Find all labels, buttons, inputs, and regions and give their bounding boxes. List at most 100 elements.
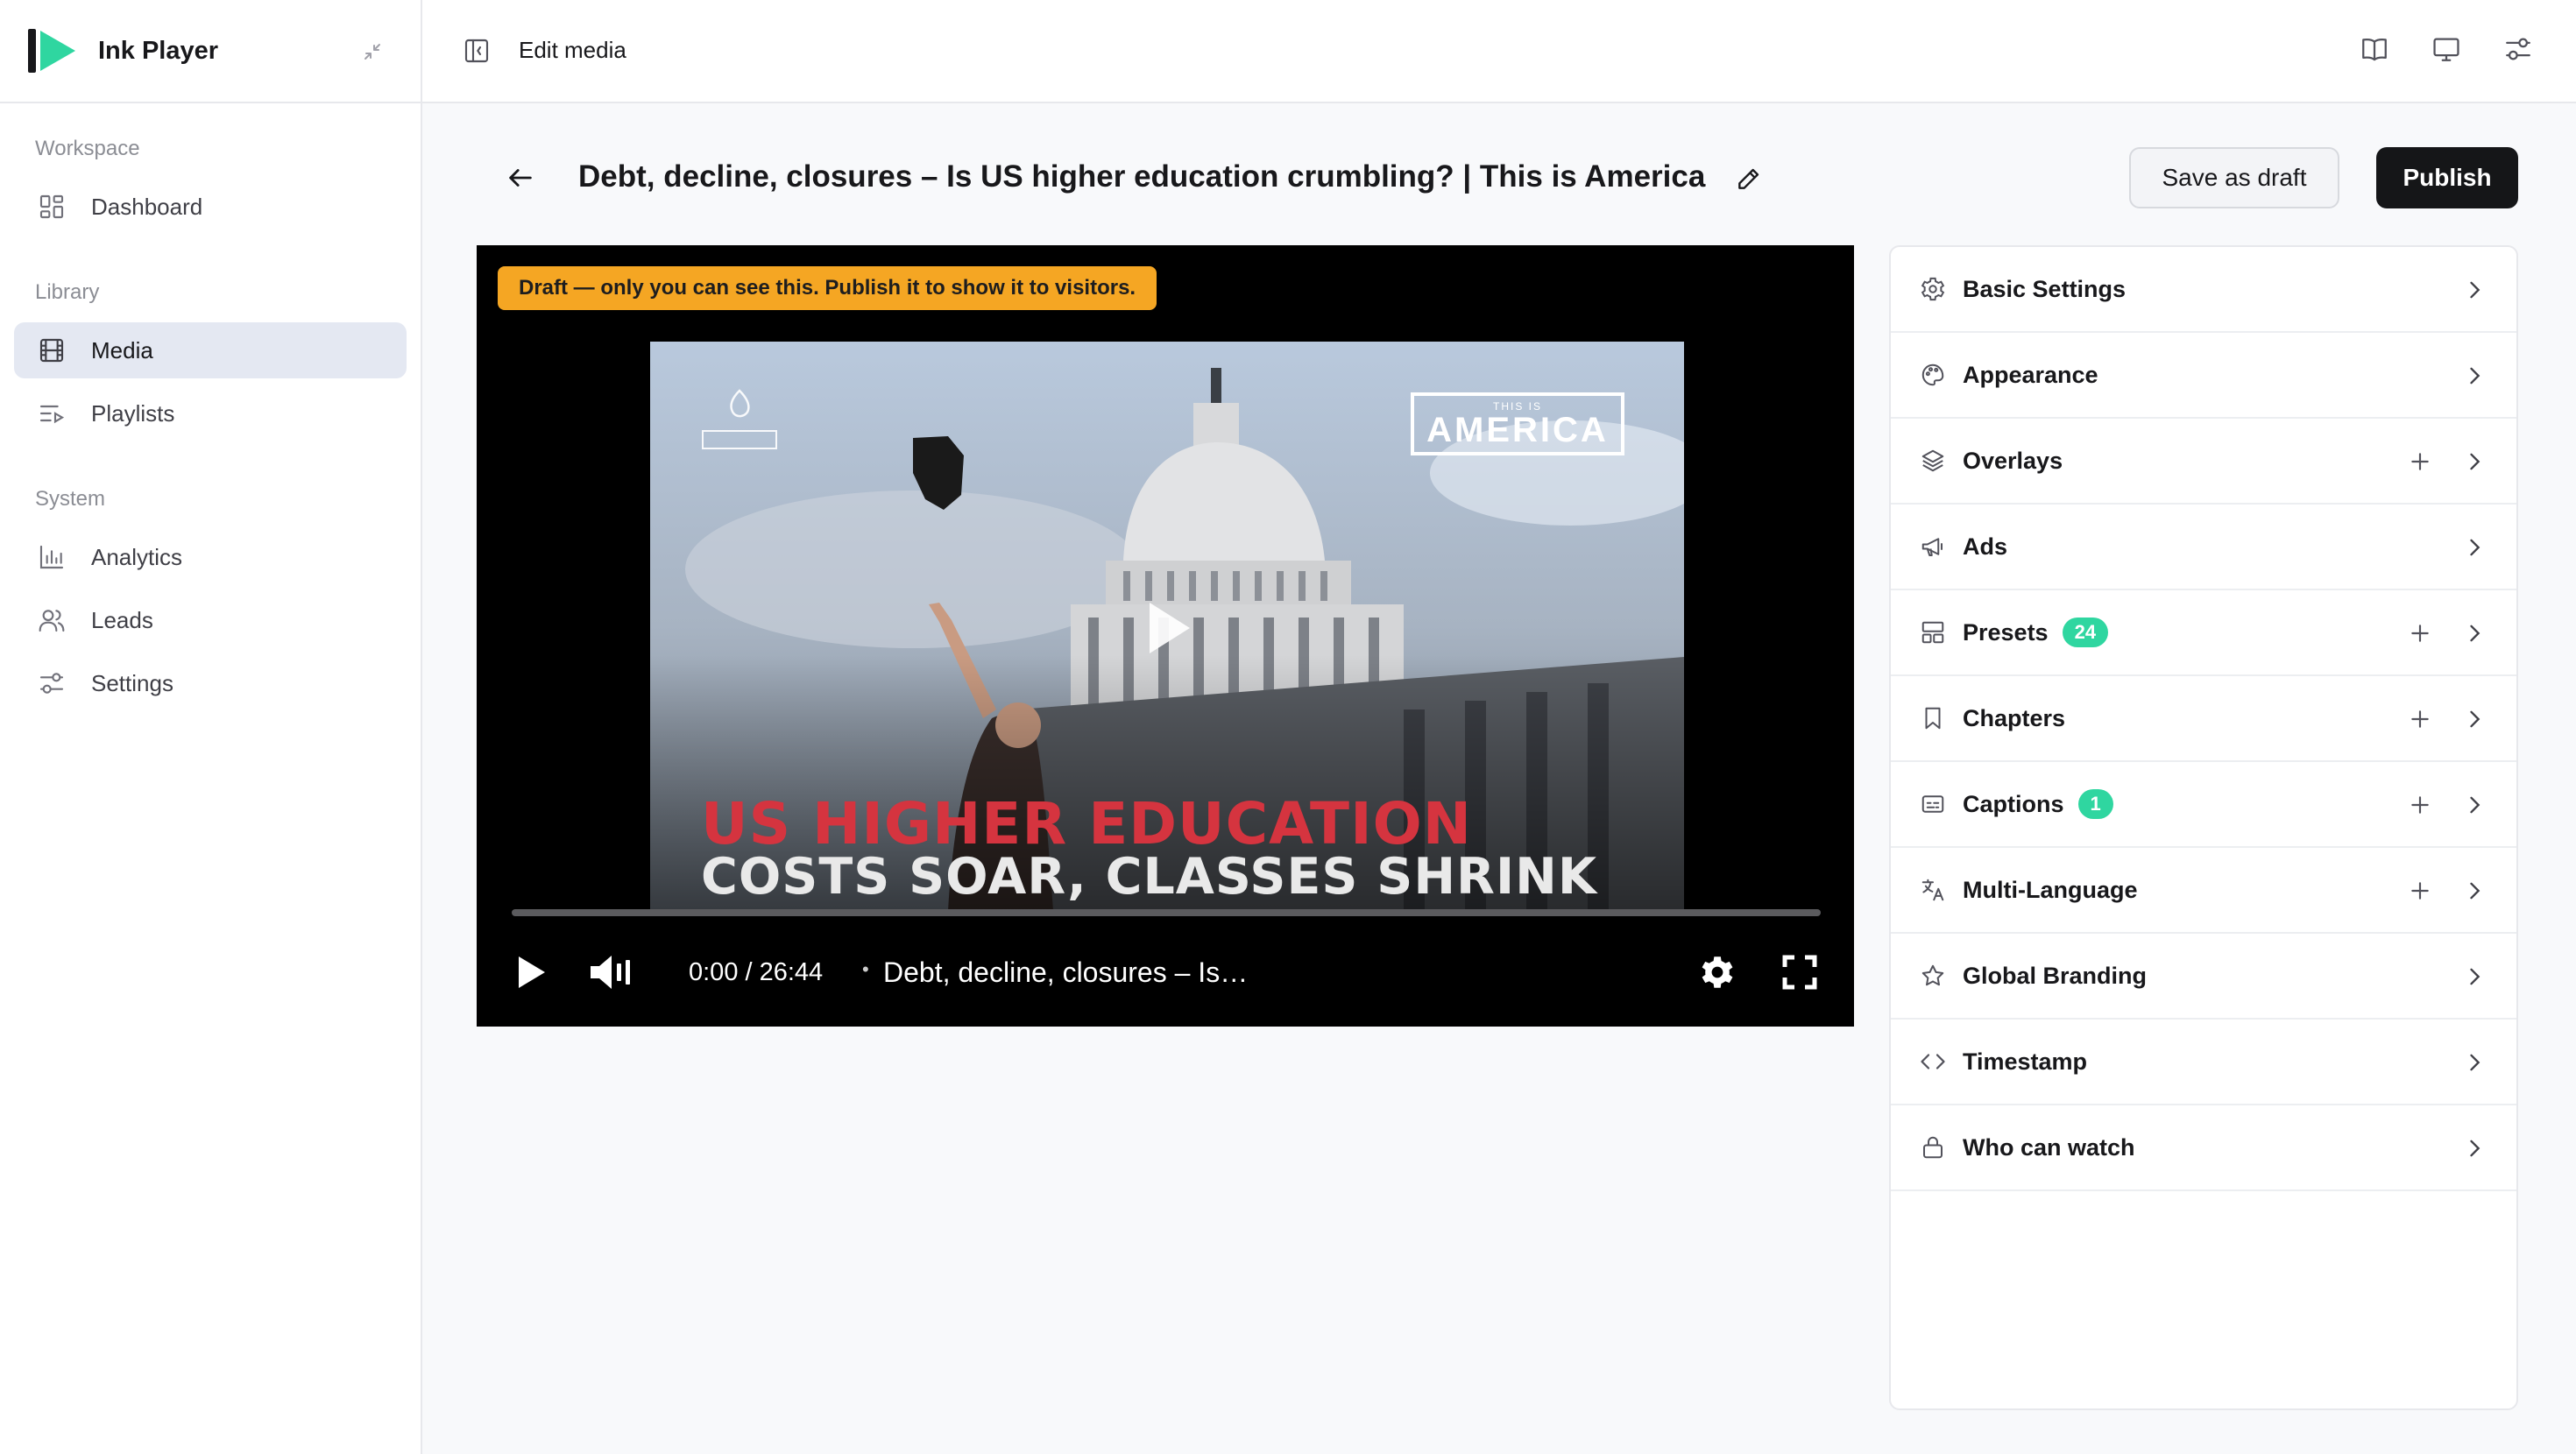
panel-row-who-can-watch[interactable]: Who can watch xyxy=(1891,1105,2516,1191)
app-name: Ink Player xyxy=(98,36,219,65)
chevron-right-icon xyxy=(2460,877,2488,905)
plus-icon[interactable] xyxy=(2406,877,2434,905)
chevron-right-icon xyxy=(2460,1048,2488,1076)
chevron-right-icon xyxy=(2460,276,2488,304)
play-icon[interactable] xyxy=(513,953,548,992)
sidebar-item-label: Dashboard xyxy=(91,193,203,220)
topbar: Edit media xyxy=(422,0,2576,103)
sidebar-item-settings[interactable]: Settings xyxy=(14,655,407,711)
pencil-icon[interactable] xyxy=(1733,163,1765,194)
sidebar-item-leads[interactable]: Leads xyxy=(14,592,407,648)
ink-player-logo-icon xyxy=(28,29,77,73)
plus-icon[interactable] xyxy=(2406,619,2434,647)
topbar-actions xyxy=(2359,33,2534,65)
plus-icon[interactable] xyxy=(2406,448,2434,476)
back-arrow-icon[interactable] xyxy=(503,163,538,193)
media-settings-panel: Basic Settings Appearance Overlays Ads P… xyxy=(1889,245,2518,1410)
collapse-sidebar-icon[interactable] xyxy=(359,39,386,65)
monitor-icon[interactable] xyxy=(2431,33,2462,65)
panel-row-appearance[interactable]: Appearance xyxy=(1891,333,2516,419)
sliders-icon[interactable] xyxy=(2502,33,2534,65)
panel-row-label: Ads xyxy=(1963,533,2008,560)
panel-row-label: Captions xyxy=(1963,790,2064,817)
panel-row-label: Multi-Language xyxy=(1963,876,2138,903)
save-as-draft-button[interactable]: Save as draft xyxy=(2129,147,2339,208)
progress-bar[interactable] xyxy=(512,909,1821,916)
panel-row-label: Overlays xyxy=(1963,447,2063,474)
bookmark-icon xyxy=(1919,704,1947,732)
panel-row-overlays[interactable]: Overlays xyxy=(1891,419,2516,505)
sidebar-item-label: Playlists xyxy=(91,399,175,427)
nav-section-system: System xyxy=(35,487,106,511)
sliders-icon xyxy=(37,668,67,698)
sidebar-item-label: Settings xyxy=(91,669,173,696)
video-player[interactable]: THIS IS AMERICA US HIGHER EDUCATION COST… xyxy=(477,245,1854,1027)
this-is-america-badge: THIS IS AMERICA xyxy=(1411,392,1624,455)
playlist-icon xyxy=(37,399,67,428)
panel-row-label: Timestamp xyxy=(1963,1048,2088,1075)
lock-icon xyxy=(1919,1133,1947,1161)
plus-icon[interactable] xyxy=(2406,791,2434,819)
panel-row-label: Basic Settings xyxy=(1963,275,2127,302)
panel-row-label: Appearance xyxy=(1963,361,2098,388)
time-display: 0:00 / 26:44 xyxy=(689,958,824,986)
panel-row-basic-settings[interactable]: Basic Settings xyxy=(1891,247,2516,333)
gear-icon[interactable] xyxy=(1698,953,1737,992)
nav-section-library: Library xyxy=(35,280,100,304)
volume-icon[interactable] xyxy=(589,953,633,992)
badge-big-text: AMERICA xyxy=(1426,411,1609,449)
publish-button[interactable]: Publish xyxy=(2376,147,2518,208)
chevron-right-icon xyxy=(2460,533,2488,561)
code-icon xyxy=(1919,1048,1947,1076)
panel-row-global-branding[interactable]: Global Branding xyxy=(1891,934,2516,1020)
chevron-right-icon xyxy=(2460,362,2488,390)
chevron-right-icon xyxy=(2460,448,2488,476)
player-video-title: Debt, decline, closures – Is… xyxy=(883,956,1249,988)
panel-row-presets[interactable]: Presets 24 xyxy=(1891,590,2516,676)
panel-row-label: Chapters xyxy=(1963,704,2066,731)
captions-count-badge: 1 xyxy=(2077,789,2113,819)
users-icon xyxy=(37,605,67,635)
fullscreen-icon[interactable] xyxy=(1782,955,1817,990)
sidebar-item-label: Analytics xyxy=(91,543,183,570)
big-play-icon[interactable] xyxy=(1143,597,1195,659)
dashboard-icon xyxy=(37,192,67,222)
palette-icon xyxy=(1919,361,1947,389)
megaphone-icon xyxy=(1919,533,1947,561)
toggle-sidebar-icon[interactable] xyxy=(461,35,492,67)
star-icon xyxy=(1919,962,1947,990)
captions-icon xyxy=(1919,790,1947,818)
layers-icon xyxy=(1919,447,1947,475)
chevron-right-icon xyxy=(2460,1134,2488,1162)
sidebar-item-label: Media xyxy=(91,336,153,364)
panel-row-chapters[interactable]: Chapters xyxy=(1891,676,2516,762)
nav-section-workspace: Workspace xyxy=(35,137,140,160)
translate-icon xyxy=(1919,876,1947,904)
chevron-right-icon xyxy=(2460,705,2488,733)
gear-icon xyxy=(1919,275,1947,303)
panel-row-captions[interactable]: Captions 1 xyxy=(1891,762,2516,848)
panel-row-label: Presets xyxy=(1963,618,2049,646)
sidebar-item-analytics[interactable]: Analytics xyxy=(14,529,407,585)
chevron-right-icon xyxy=(2460,619,2488,647)
book-icon[interactable] xyxy=(2359,33,2390,65)
chevron-right-icon xyxy=(2460,963,2488,991)
network-logo xyxy=(697,385,782,455)
sidebar-item-media[interactable]: Media xyxy=(14,322,407,378)
sidebar-item-dashboard[interactable]: Dashboard xyxy=(14,179,407,235)
bar-chart-icon xyxy=(37,542,67,572)
topbar-title: Edit media xyxy=(519,37,626,63)
panel-row-label: Who can watch xyxy=(1963,1133,2135,1161)
sidebar-item-playlists[interactable]: Playlists xyxy=(14,385,407,441)
page-title: Debt, decline, closures – Is US higher e… xyxy=(578,159,1706,194)
layout-icon xyxy=(1919,618,1947,646)
panel-row-timestamp[interactable]: Timestamp xyxy=(1891,1020,2516,1105)
draft-banner: Draft — only you can see this. Publish i… xyxy=(498,266,1157,310)
title-separator: • xyxy=(862,958,869,980)
panel-row-ads[interactable]: Ads xyxy=(1891,505,2516,590)
sidebar: Ink Player Workspace Dashboard Library M… xyxy=(0,0,422,1454)
plus-icon[interactable] xyxy=(2406,705,2434,733)
sidebar-item-label: Leads xyxy=(91,606,153,633)
brand-header: Ink Player xyxy=(0,0,421,103)
panel-row-multi-language[interactable]: Multi-Language xyxy=(1891,848,2516,934)
